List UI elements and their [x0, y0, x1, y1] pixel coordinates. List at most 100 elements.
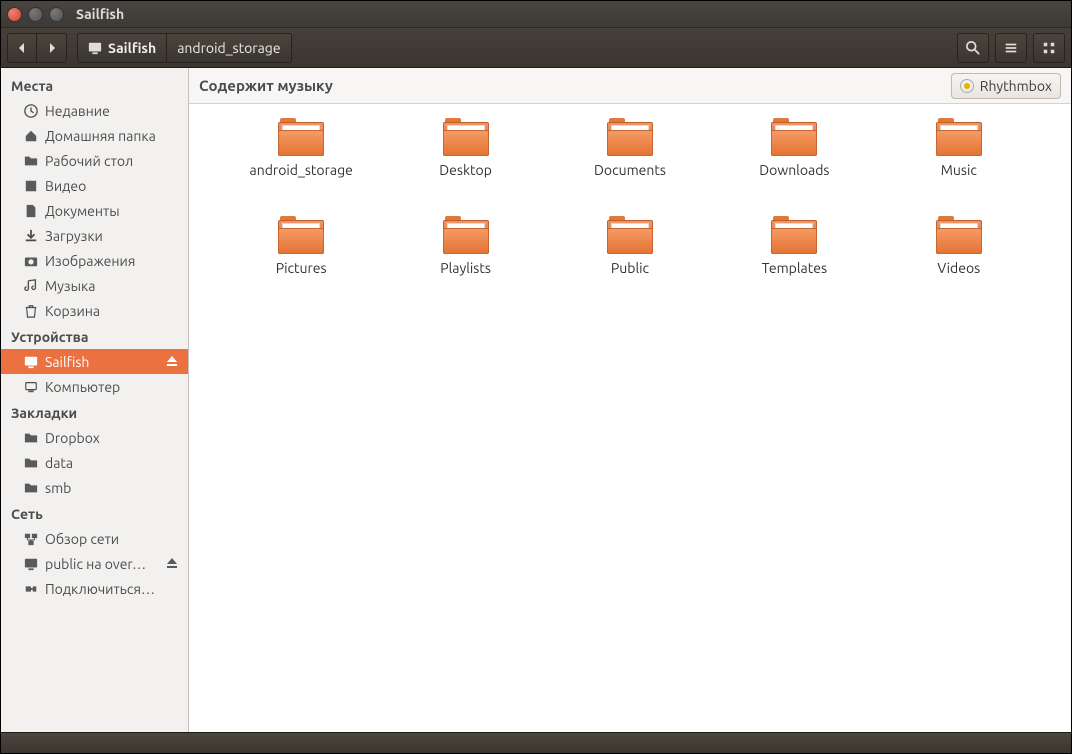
- sidebar-item-pictures[interactable]: Изображения: [1, 248, 188, 273]
- sidebar-item-label: Обзор сети: [45, 531, 178, 547]
- folder-item[interactable]: Videos: [889, 216, 1029, 306]
- folder-icon: [607, 216, 653, 256]
- sidebar-item-label: data: [45, 455, 178, 471]
- main-pane: Содержит музыку Rhythmbox android_storag…: [189, 68, 1071, 732]
- folder-icon: [21, 431, 41, 445]
- sidebar-item-browse-net[interactable]: Обзор сети: [1, 526, 188, 551]
- folder-item[interactable]: Public: [560, 216, 700, 306]
- sidebar-item-label: Недавние: [45, 103, 178, 119]
- folder-item[interactable]: Playlists: [396, 216, 536, 306]
- folder-icon: [607, 118, 653, 158]
- open-in-app-button[interactable]: Rhythmbox: [951, 73, 1061, 99]
- sidebar-item-label: Домашняя папка: [45, 128, 178, 144]
- sidebar-item-music[interactable]: Музыка: [1, 273, 188, 298]
- sidebar-item-label: Рабочий стол: [45, 153, 178, 169]
- network-icon: [21, 532, 41, 546]
- window-title: Sailfish: [76, 6, 124, 22]
- folder-icon: [21, 456, 41, 470]
- sidebar-item-documents[interactable]: Документы: [1, 198, 188, 223]
- window-minimize-button[interactable]: [28, 7, 43, 22]
- sidebar-header-devices: Устройства: [1, 323, 188, 349]
- sidebar-item-label: Документы: [45, 203, 178, 219]
- document-icon: [21, 204, 41, 218]
- forward-button[interactable]: [37, 33, 67, 63]
- sidebar-item-dropbox[interactable]: Dropbox: [1, 425, 188, 450]
- sidebar-item-smb[interactable]: smb: [1, 475, 188, 500]
- titlebar[interactable]: Sailfish: [1, 1, 1071, 28]
- sidebar-item-data[interactable]: data: [1, 450, 188, 475]
- window-close-button[interactable]: [7, 7, 22, 22]
- folder-label: Downloads: [759, 162, 829, 178]
- film-icon: [21, 179, 41, 193]
- folder-item[interactable]: Pictures: [231, 216, 371, 306]
- sidebar-item-sailfish[interactable]: Sailfish: [1, 349, 188, 374]
- grid-icon: [1042, 41, 1056, 55]
- breadcrumb-current-label: android_storage: [177, 40, 280, 56]
- sidebar-item-label: Dropbox: [45, 430, 178, 446]
- list-icon: [1004, 41, 1018, 55]
- info-label: Содержит музыку: [199, 77, 333, 94]
- sidebar-item-videos[interactable]: Видео: [1, 173, 188, 198]
- clock-icon: [21, 104, 41, 118]
- folder-grid[interactable]: android_storage Desktop Documents Downloads…: [189, 104, 1071, 732]
- folder-label: Templates: [762, 260, 827, 276]
- sidebar-item-label: Корзина: [45, 303, 178, 319]
- folder-item[interactable]: Desktop: [396, 118, 536, 208]
- folder-label: Music: [941, 162, 977, 178]
- folder-icon: [21, 154, 41, 168]
- body-area: Места Недавние Домашняя папка Рабочий ст…: [1, 68, 1071, 732]
- search-button[interactable]: [957, 33, 989, 63]
- sidebar-item-label: smb: [45, 480, 178, 496]
- sidebar-item-label: Компьютер: [45, 379, 178, 395]
- folder-icon: [21, 481, 41, 495]
- folder-icon: [936, 118, 982, 158]
- sidebar-header-bookmarks: Закладки: [1, 399, 188, 425]
- folder-icon: [771, 216, 817, 256]
- eject-button[interactable]: [166, 354, 178, 370]
- breadcrumb-root[interactable]: Sailfish: [77, 33, 167, 63]
- folder-item[interactable]: android_storage: [231, 118, 371, 208]
- folder-label: android_storage: [250, 162, 353, 178]
- folder-icon: [278, 118, 324, 158]
- sidebar-item-public-share[interactable]: public на over…: [1, 551, 188, 576]
- sidebar-item-label: Видео: [45, 178, 178, 194]
- folder-item[interactable]: Music: [889, 118, 1029, 208]
- folder-icon: [936, 216, 982, 256]
- chevron-right-icon: [47, 43, 57, 53]
- sidebar: Места Недавние Домашняя папка Рабочий ст…: [1, 68, 189, 732]
- sidebar-item-label: Музыка: [45, 278, 178, 294]
- folder-item[interactable]: Downloads: [724, 118, 864, 208]
- chevron-left-icon: [17, 43, 27, 53]
- footer-bar: [1, 732, 1071, 753]
- toolbar: Sailfish android_storage: [1, 28, 1071, 68]
- view-grid-button[interactable]: [1033, 33, 1065, 63]
- trash-icon: [21, 304, 41, 318]
- window-maximize-button[interactable]: [49, 7, 64, 22]
- sidebar-item-connect[interactable]: Подключиться…: [1, 576, 188, 601]
- folder-label: Playlists: [440, 260, 491, 276]
- eject-button[interactable]: [166, 556, 178, 572]
- folder-label: Public: [611, 260, 649, 276]
- sidebar-item-label: public на over…: [45, 556, 166, 572]
- sidebar-item-trash[interactable]: Корзина: [1, 298, 188, 323]
- folder-item[interactable]: Templates: [724, 216, 864, 306]
- breadcrumb-current[interactable]: android_storage: [167, 33, 291, 63]
- sidebar-item-recent[interactable]: Недавние: [1, 98, 188, 123]
- connect-icon: [21, 582, 41, 596]
- sidebar-item-home[interactable]: Домашняя папка: [1, 123, 188, 148]
- view-list-button[interactable]: [995, 33, 1027, 63]
- folder-icon: [443, 118, 489, 158]
- back-button[interactable]: [7, 33, 37, 63]
- sidebar-item-label: Подключиться…: [45, 581, 178, 597]
- home-icon: [21, 129, 41, 143]
- sidebar-item-desktop[interactable]: Рабочий стол: [1, 148, 188, 173]
- sidebar-item-computer[interactable]: Компьютер: [1, 374, 188, 399]
- sidebar-item-downloads[interactable]: Загрузки: [1, 223, 188, 248]
- folder-label: Desktop: [439, 162, 492, 178]
- folder-item[interactable]: Documents: [560, 118, 700, 208]
- camera-icon: [21, 254, 41, 268]
- device-icon: [88, 41, 102, 55]
- sidebar-item-label: Загрузки: [45, 228, 178, 244]
- folder-icon: [278, 216, 324, 256]
- download-icon: [21, 229, 41, 243]
